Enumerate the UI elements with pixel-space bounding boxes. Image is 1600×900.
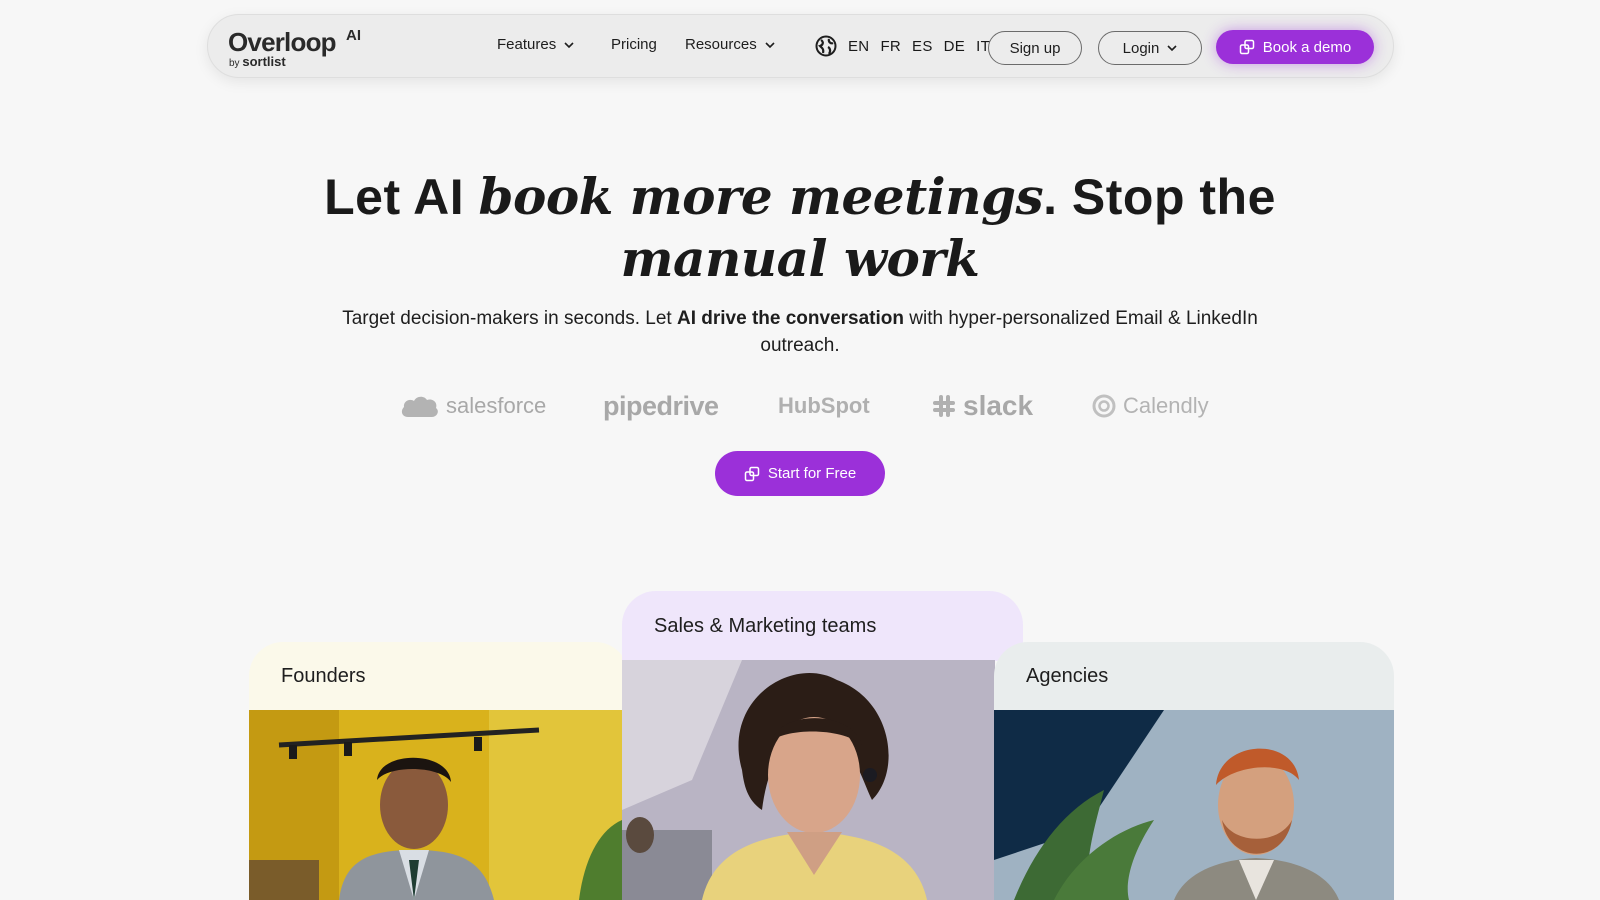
logo-by-prefix: by — [229, 58, 240, 69]
language-switcher: EN FR ES DE IT — [815, 35, 990, 57]
cloud-icon — [401, 396, 438, 417]
salesforce-logo: salesforce — [400, 386, 546, 426]
tab-founders[interactable]: Founders — [249, 642, 629, 710]
chevron-down-icon — [765, 41, 775, 48]
tab-sales-label: Sales & Marketing teams — [654, 614, 877, 637]
start-free-label: Start for Free — [767, 465, 857, 482]
integration-logos: salesforce pipedrive HubSpot slack Calen… — [0, 386, 1600, 426]
share-icon — [1239, 39, 1255, 55]
start-free-button[interactable]: Start for Free — [715, 451, 885, 496]
share-icon — [744, 466, 760, 481]
login-label: Login — [1122, 39, 1160, 57]
chevron-down-icon — [564, 41, 574, 48]
nav-features[interactable]: Features — [497, 36, 574, 53]
lang-en[interactable]: EN — [848, 38, 869, 55]
nav-features-label: Features — [497, 36, 557, 53]
nav-resources-label: Resources — [685, 36, 757, 53]
slack-label: slack — [963, 390, 1034, 421]
top-navbar: Overloop AI by sortlist Features Pricing… — [207, 14, 1394, 78]
pipedrive-label: pipedrive — [603, 390, 719, 421]
hero-subtitle-bold: AI drive the conversation — [676, 308, 904, 329]
tab-agencies-label: Agencies — [1026, 664, 1109, 687]
sales-photo — [622, 660, 995, 900]
slack-hash-icon — [933, 395, 955, 417]
logo-by-sortlist: by sortlist — [229, 54, 286, 69]
hero-subtitle: Target decision-makers in seconds. Let A… — [320, 305, 1280, 359]
lang-es[interactable]: ES — [912, 38, 933, 55]
signup-label: Sign up — [1009, 39, 1061, 57]
tab-founders-label: Founders — [281, 664, 366, 687]
hero-title-emph1: book more meetings — [478, 167, 1044, 226]
tab-sales-marketing[interactable]: Sales & Marketing teams — [622, 591, 1023, 661]
hubspot-logo: HubSpot — [778, 386, 870, 426]
lang-fr[interactable]: FR — [880, 38, 901, 55]
chevron-down-icon — [1167, 45, 1177, 52]
lang-de[interactable]: DE — [944, 38, 965, 55]
pipedrive-logo: pipedrive — [603, 386, 719, 426]
calendly-label: Calendly — [1123, 393, 1209, 418]
book-demo-button[interactable]: Book a demo — [1216, 30, 1374, 64]
logo-by-name: sortlist — [242, 54, 286, 69]
nav-pricing-label: Pricing — [611, 36, 657, 53]
agencies-photo — [994, 710, 1394, 900]
signup-button[interactable]: Sign up — [988, 31, 1082, 65]
overloop-logo[interactable]: Overloop AI by sortlist — [228, 27, 368, 69]
hero-title: Let AI book more meetings. Stop the manu… — [0, 166, 1600, 290]
book-demo-label: Book a demo — [1262, 38, 1352, 56]
hero-title-part2: . Stop the — [1043, 169, 1276, 225]
slack-logo: slack — [931, 386, 1033, 426]
nav-resources[interactable]: Resources — [685, 36, 775, 53]
calendly-logo: Calendly — [1091, 386, 1209, 426]
login-button[interactable]: Login — [1098, 31, 1202, 65]
nav-pricing[interactable]: Pricing — [611, 36, 657, 53]
hero-title-emph2: manual work — [620, 229, 980, 288]
globe-icon — [815, 35, 837, 57]
hubspot-label: HubSpot — [778, 393, 870, 418]
calendly-c-icon — [1092, 394, 1116, 418]
salesforce-label: salesforce — [446, 393, 547, 418]
tab-agencies[interactable]: Agencies — [994, 642, 1394, 710]
hero-subtitle-part1: Target decision-makers in seconds. Let — [342, 308, 677, 329]
hero-title-part1: Let AI — [324, 169, 479, 225]
founders-photo — [249, 710, 622, 900]
logo-ai-suffix: AI — [346, 27, 361, 44]
